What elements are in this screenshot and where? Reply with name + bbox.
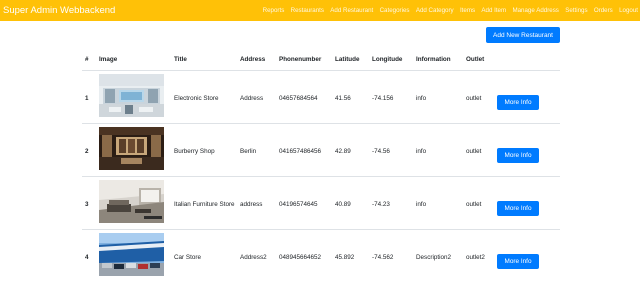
row-outlet: outlet [466,200,482,208]
nav-link-add-restaurant[interactable]: Add Restaurant [330,7,373,14]
row-phone: 041657486456 [279,147,322,155]
table-row: 1 Electronic Store Address 04657684564 4… [82,70,560,123]
row-index: 1 [85,94,89,102]
row-title: Italian Furniture Store [174,200,235,208]
row-information: info [416,200,427,208]
column-header-actions [494,50,560,71]
row-title: Burberry Shop [174,147,215,155]
table-row: 4 Car Store Address2 048945664652 45.892… [82,229,560,282]
row-phone: 04657684564 [279,94,318,102]
column-header-address: Address [237,50,276,71]
row-index: 3 [85,200,89,208]
row-information: info [416,94,427,102]
top-navbar: Super Admin Webbackend Reports Restauran… [0,0,640,21]
row-address: Address2 [240,253,267,261]
column-header-outlet: Outlet [463,50,494,71]
row-longitude: -74.23 [372,200,390,208]
more-info-button[interactable]: More Info [497,94,539,110]
add-new-restaurant-button[interactable]: Add New Restaurant [486,27,560,43]
row-latitude: 45.892 [335,253,355,261]
column-header-index: # [82,50,96,71]
navbar-brand[interactable]: Super Admin Webbackend [0,5,115,16]
nav-link-restaurants[interactable]: Restaurants [291,7,324,14]
column-header-information: Information [413,50,463,71]
burberry-shop-image [99,126,164,170]
nav-link-add-item[interactable]: Add Item [481,7,506,14]
nav-link-settings[interactable]: Settings [565,7,587,14]
table-row: 2 Burberry Shop Berlin 041657486456 42.8… [82,123,560,176]
row-address: Address [240,94,264,102]
column-header-title: Title [171,50,237,71]
electronic-store-image [99,73,164,117]
row-latitude: 42.89 [335,147,351,155]
row-longitude: -74.156 [372,94,394,102]
nav-link-logout[interactable]: Logout [619,7,638,14]
nav-links: Reports Restaurants Add Restaurant Categ… [256,0,638,21]
column-header-phonenumber: Phonenumber [276,50,332,71]
row-outlet: outlet2 [466,253,485,261]
row-index: 4 [85,253,89,261]
row-phone: 048945664652 [279,253,322,261]
row-outlet: outlet [466,94,482,102]
row-outlet: outlet [466,147,482,155]
nav-link-orders[interactable]: Orders [594,7,613,14]
car-store-image [99,232,164,276]
row-longitude: -74.562 [372,253,394,261]
row-title: Electronic Store [174,94,219,102]
more-info-button[interactable]: More Info [497,200,539,216]
row-information: Description2 [416,253,451,261]
nav-link-add-category[interactable]: Add Category [416,7,454,14]
more-info-button[interactable]: More Info [497,147,539,163]
nav-link-items[interactable]: Items [460,7,475,14]
column-header-image: Image [96,50,171,71]
row-address: Berlin [240,147,257,155]
row-address: address [240,200,263,208]
row-information: info [416,147,427,155]
nav-link-categories[interactable]: Categories [380,7,410,14]
more-info-button[interactable]: More Info [497,253,539,269]
nav-link-reports[interactable]: Reports [263,7,285,14]
restaurants-table: # Image Title Address Phonenumber Latitu… [82,50,560,282]
furniture-store-image [99,179,164,223]
table-header-row: # Image Title Address Phonenumber Latitu… [82,50,560,71]
nav-link-manage-address[interactable]: Manage Address [512,7,558,14]
row-latitude: 40.89 [335,200,351,208]
row-phone: 04196574645 [279,200,318,208]
table-row: 3 Italian Furniture Store address 041965… [82,176,560,229]
row-longitude: -74.56 [372,147,390,155]
column-header-longitude: Longitude [369,50,413,71]
row-index: 2 [85,147,89,155]
column-header-latitude: Latitude [332,50,369,71]
row-title: Car Store [174,253,201,261]
row-latitude: 41.56 [335,94,351,102]
